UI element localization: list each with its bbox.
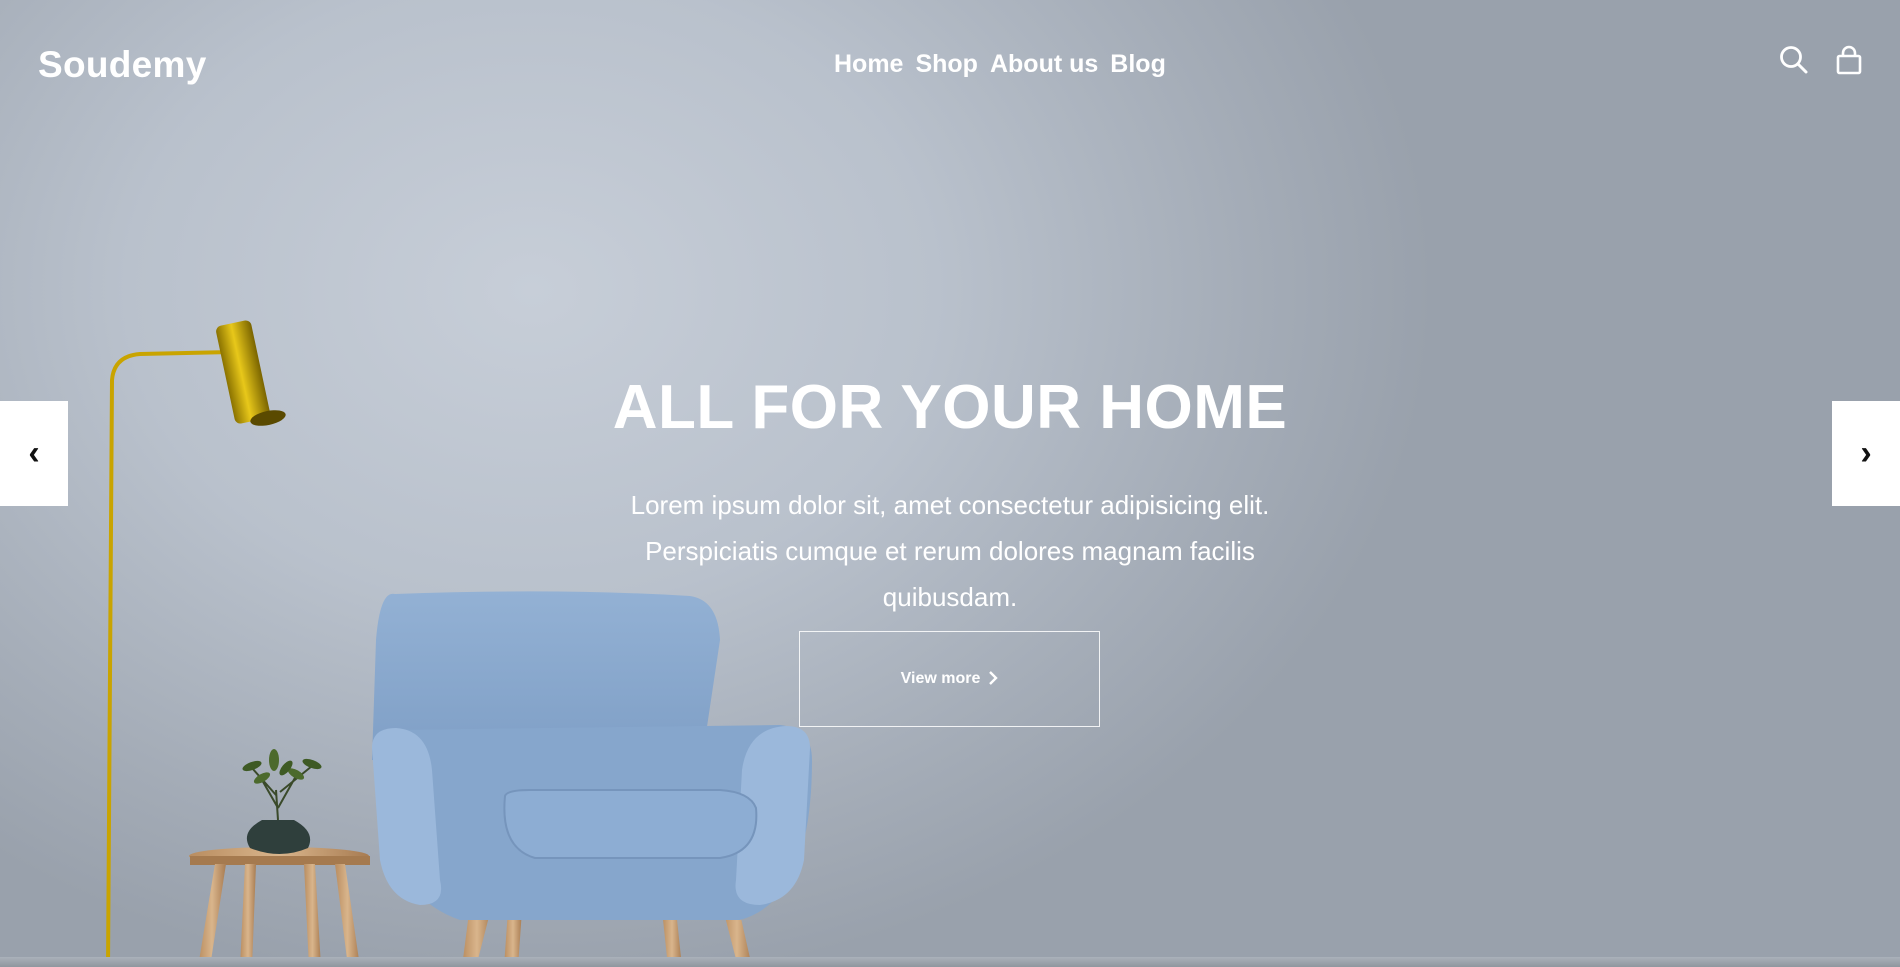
armchair bbox=[372, 591, 812, 967]
chevron-right-icon bbox=[988, 669, 999, 690]
main-nav: Home Shop About us Blog bbox=[834, 50, 1166, 79]
nav-shop[interactable]: Shop bbox=[915, 50, 978, 79]
site-header: Soudemy Home Shop About us Blog bbox=[0, 0, 1900, 120]
side-table bbox=[189, 847, 370, 967]
nav-home[interactable]: Home bbox=[834, 50, 903, 79]
hero-title: ALL FOR YOUR HOME bbox=[612, 373, 1288, 442]
slider-prev-button[interactable]: ‹ bbox=[0, 401, 68, 506]
shopping-bag-icon[interactable] bbox=[1833, 44, 1865, 76]
vase-plant bbox=[242, 749, 322, 854]
slider-next-button[interactable]: › bbox=[1832, 401, 1900, 506]
hero-section: Soudemy Home Shop About us Blog ALL FOR … bbox=[0, 0, 1900, 967]
chevron-left-icon: ‹ bbox=[28, 434, 40, 472]
chevron-right-icon: › bbox=[1860, 434, 1872, 472]
site-logo[interactable]: Soudemy bbox=[38, 44, 207, 86]
nav-about-us[interactable]: About us bbox=[990, 50, 1098, 79]
nav-blog[interactable]: Blog bbox=[1110, 50, 1166, 79]
search-icon[interactable] bbox=[1778, 44, 1810, 76]
view-more-button[interactable]: View more bbox=[799, 631, 1100, 727]
hero-description: Lorem ipsum dolor sit, amet consectetur … bbox=[630, 490, 1270, 612]
view-more-label: View more bbox=[900, 670, 981, 687]
